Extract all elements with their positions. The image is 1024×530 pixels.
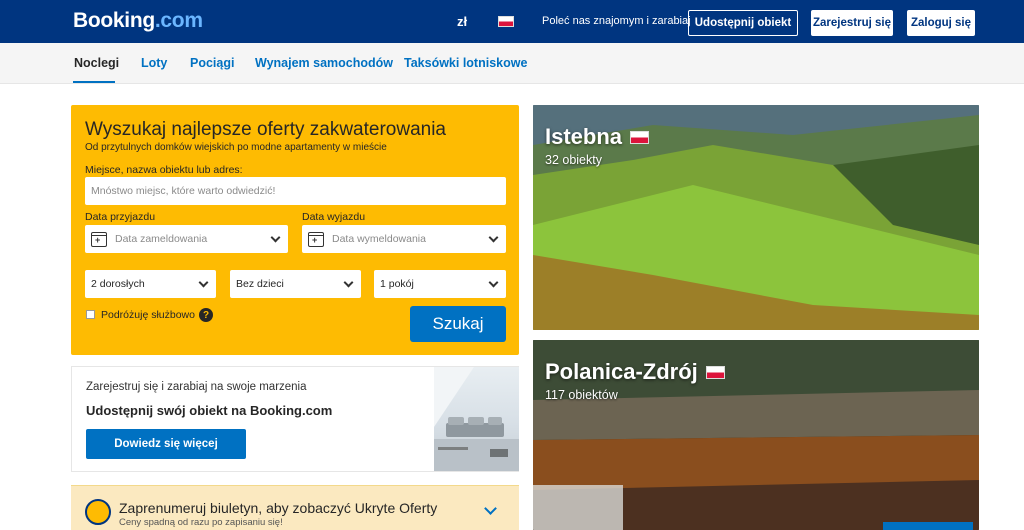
newsletter-banner[interactable]: Zaprenumeruj biuletyn, aby zobaczyć Ukry… <box>71 485 519 530</box>
destination-label: Miejsce, nazwa obiektu lub adres: <box>85 164 243 176</box>
destination-name: Istebna <box>545 124 650 150</box>
rooms-select[interactable]: 1 pokój <box>374 270 506 298</box>
newsletter-subtitle: Ceny spadną od razu po zapisaniu się! <box>119 517 283 528</box>
calendar-icon <box>308 231 324 247</box>
list-property-promo: Zarejestruj się i zarabiaj na swoje marz… <box>71 366 519 472</box>
checkin-field[interactable]: Data zameldowania <box>85 225 288 253</box>
destination-name-text: Istebna <box>545 124 623 149</box>
product-nav: Noclegi Loty Pociągi Wynajem samochodów … <box>0 43 1024 84</box>
logo-main-text: Booking <box>73 9 155 32</box>
chevron-down-icon[interactable] <box>484 502 497 515</box>
children-value: Bez dzieci <box>236 278 284 290</box>
currency-selector[interactable]: zł <box>457 14 467 29</box>
tab-flights[interactable]: Loty <box>141 56 167 70</box>
search-subtitle: Od przytulnych domków wiejskich po modne… <box>85 142 387 153</box>
logo-suffix-text: .com <box>154 9 203 32</box>
destination-count: 117 obiektów <box>545 388 618 402</box>
living-room-image <box>434 367 519 471</box>
promo-tagline: Zarejestruj się i zarabiaj na swoje marz… <box>86 381 307 393</box>
search-button[interactable]: Szukaj <box>410 306 506 342</box>
poland-flag-icon <box>498 16 514 27</box>
refer-friends-link[interactable]: Poleć nas znajomym i zarabiaj <box>542 15 691 27</box>
destination-placeholder: Mnóstwo miejsc, które warto odwiedzić! <box>91 185 276 197</box>
newsletter-title: Zaprenumeruj biuletyn, aby zobaczyć Ukry… <box>119 500 438 516</box>
booking-logo[interactable]: Booking.com <box>73 9 203 33</box>
chevron-down-icon <box>270 232 281 243</box>
business-trip-label[interactable]: Podróżuję służbowo <box>101 309 195 321</box>
calendar-icon <box>91 231 107 247</box>
checkin-label: Data przyjazdu <box>85 211 156 223</box>
active-tab-indicator <box>73 81 115 83</box>
chevron-down-icon <box>198 277 209 288</box>
destination-name: Polanica-Zdrój <box>545 359 725 385</box>
register-button[interactable]: Zarejestruj się <box>811 10 893 36</box>
adults-value: 2 dorosłych <box>91 278 145 290</box>
checkout-field[interactable]: Data wymeldowania <box>302 225 506 253</box>
destination-card-istebna[interactable]: Istebna 32 obiekty <box>533 105 979 330</box>
tab-trains[interactable]: Pociągi <box>190 56 234 70</box>
search-box: Wyszukaj najlepsze oferty zakwaterowania… <box>71 105 519 355</box>
rooms-value: 1 pokój <box>380 278 414 290</box>
business-trip-checkbox[interactable] <box>86 310 95 319</box>
tab-car-rental[interactable]: Wynajem samochodów <box>255 56 393 70</box>
children-select[interactable]: Bez dzieci <box>230 270 361 298</box>
checkin-placeholder: Data zameldowania <box>115 233 208 245</box>
envelope-icon <box>85 499 111 525</box>
tab-stays[interactable]: Noclegi <box>74 56 119 70</box>
checkout-placeholder: Data wymeldowania <box>332 233 426 245</box>
search-title: Wyszukaj najlepsze oferty zakwaterowania <box>85 119 446 140</box>
destination-name-text: Polanica-Zdrój <box>545 359 698 384</box>
learn-more-button[interactable]: Dowiedz się więcej <box>86 429 246 459</box>
poland-flag-icon <box>630 130 650 144</box>
list-property-button[interactable]: Udostępnij obiekt <box>688 10 798 36</box>
promo-headline: Udostępnij swój obiekt na Booking.com <box>86 403 333 418</box>
tab-airport-taxis[interactable]: Taksówki lotniskowe <box>404 56 527 70</box>
checkout-label: Data wyjazdu <box>302 211 366 223</box>
destination-input[interactable]: Mnóstwo miejsc, które warto odwiedzić! <box>85 177 506 205</box>
adults-select[interactable]: 2 dorosłych <box>85 270 216 298</box>
top-header: Booking.com zł Poleć nas znajomym i zara… <box>0 0 1024 43</box>
chevron-down-icon <box>343 277 354 288</box>
poland-flag-icon <box>705 365 725 379</box>
login-button[interactable]: Zaloguj się <box>907 10 975 36</box>
chevron-down-icon <box>488 277 499 288</box>
help-icon[interactable]: ? <box>199 308 213 322</box>
destination-count: 32 obiekty <box>545 153 602 167</box>
chevron-down-icon <box>488 232 499 243</box>
destination-card-polanica-zdroj[interactable]: Polanica-Zdrój 117 obiektów <box>533 340 979 530</box>
language-selector[interactable] <box>498 14 514 32</box>
